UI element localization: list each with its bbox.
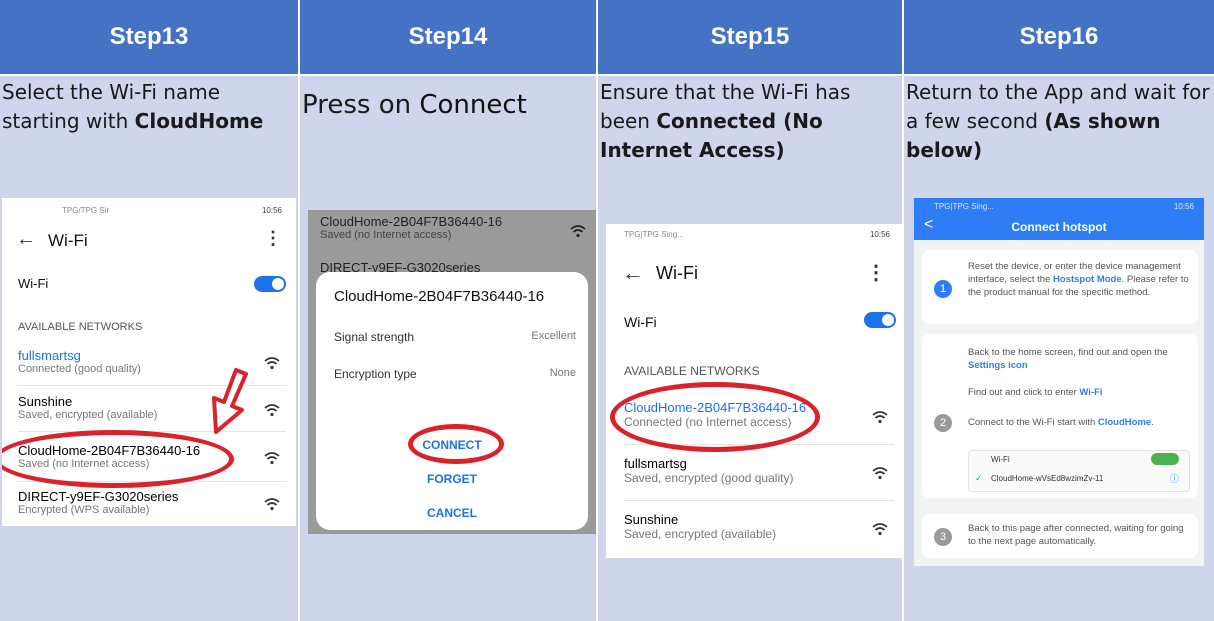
- more-options-icon[interactable]: ⋮: [866, 260, 886, 285]
- wifi-signal-icon: [570, 224, 586, 243]
- step14-description: Press on Connect: [302, 90, 527, 120]
- status-bar: TPG/TPG Sir 10:56: [62, 206, 282, 215]
- step14-header: Step14: [300, 0, 596, 74]
- wifi-toggle[interactable]: [254, 276, 286, 292]
- wifi-signal-icon: [872, 466, 888, 485]
- bg-network-item: CloudHome-2B04F7B36440-16 Saved (no Inte…: [320, 214, 503, 241]
- back-arrow-icon[interactable]: ←: [622, 260, 644, 286]
- wifi-toggle-label: Wi-Fi: [18, 276, 49, 291]
- step13-description: Select the Wi-Fi name starting with Clou…: [2, 80, 264, 133]
- step16-column: Step16 Return to the App and wait for a …: [904, 0, 1214, 621]
- step13-screenshot: TPG/TPG Sir 10:56 ← Wi-Fi ⋮ Wi-Fi AVAILA…: [2, 198, 296, 526]
- encryption-type-label: Encryption type: [334, 367, 417, 381]
- step13-column: Step13 Select the Wi-Fi name starting wi…: [0, 0, 298, 621]
- page-title: Wi-Fi: [48, 231, 88, 250]
- highlight-ellipse: [2, 430, 234, 488]
- status-bar: TPG|TPG Sing... 10:56: [934, 202, 1194, 211]
- more-options-icon[interactable]: ⋮: [264, 228, 282, 249]
- section-header: AVAILABLE NETWORKS: [624, 364, 760, 378]
- step15-header: Step15: [598, 0, 902, 74]
- connect-dialog: CloudHome-2B04F7B36440-16 Signal strengt…: [316, 272, 588, 530]
- network-item[interactable]: Sunshine Saved, encrypted (available): [624, 512, 864, 541]
- step13-header: Step13: [0, 0, 298, 74]
- back-arrow-icon[interactable]: ←: [16, 228, 36, 251]
- wifi-signal-icon: [264, 497, 280, 516]
- step15-screenshot: TPG|TPG Sing... 10:56 ← Wi-Fi ⋮ Wi-Fi AV…: [606, 224, 904, 558]
- forget-button[interactable]: FORGET: [316, 472, 588, 486]
- step14-column: Step14 Press on Connect CloudHome-2B04F7…: [300, 0, 596, 621]
- encryption-type-value: None: [549, 367, 576, 379]
- step-number-badge: 2: [934, 414, 952, 432]
- cancel-button[interactable]: CANCEL: [316, 506, 588, 520]
- step-card-text: Connect to the Wi-Fi start with CloudHom…: [968, 417, 1154, 428]
- step-number-badge: 1: [934, 280, 952, 298]
- page-title: Wi-Fi: [656, 263, 698, 283]
- step-card: 1 Reset the device, or enter the device …: [922, 250, 1198, 324]
- signal-strength-value: Excellent: [531, 330, 576, 342]
- step15-description: Ensure that the Wi-Fi has been Connected…: [600, 80, 851, 162]
- wifi-toggle-label: Wi-Fi: [624, 314, 657, 330]
- wifi-signal-icon: [264, 403, 280, 422]
- step-card-text: Back to this page after connected, waiti…: [968, 523, 1184, 547]
- network-item[interactable]: DIRECT-y9EF-G3020series Encrypted (WPS a…: [18, 489, 278, 516]
- section-header: AVAILABLE NETWORKS: [18, 321, 143, 333]
- wifi-signal-icon: [872, 410, 888, 429]
- wifi-toggle[interactable]: [864, 312, 896, 328]
- red-arrow-icon: [212, 368, 248, 434]
- mini-wifi-toggle: [1151, 453, 1179, 465]
- step-card-text: Reset the device, or enter the device ma…: [968, 261, 1189, 298]
- wifi-signal-icon: [872, 522, 888, 541]
- step-card-text: Find out and click to enter Wi-Fi: [968, 387, 1103, 398]
- mini-wifi-preview: Wi-Fi ✓ CloudHome-wVsEd8wzimZv-11 ⓘ: [968, 450, 1190, 492]
- step15-column: Step15 Ensure that the Wi-Fi has been Co…: [598, 0, 904, 621]
- step-card: 3 Back to this page after connected, wai…: [922, 514, 1198, 558]
- step-card: 2 Back to the home screen, find out and …: [922, 334, 1198, 498]
- info-icon: ⓘ: [1169, 474, 1179, 484]
- step-card-text: Back to the home screen, find out and op…: [968, 347, 1168, 371]
- step16-header: Step16: [904, 0, 1214, 74]
- dialog-title: CloudHome-2B04F7B36440-16: [334, 288, 545, 305]
- step14-screenshot: CloudHome-2B04F7B36440-16 Saved (no Inte…: [308, 210, 596, 534]
- highlight-ellipse: [610, 382, 820, 452]
- step16-description: Return to the App and wait for a few sec…: [906, 80, 1210, 162]
- check-icon: ✓: [975, 473, 983, 483]
- app-title: Connect hotspot: [1011, 220, 1107, 234]
- network-item[interactable]: fullsmartsg Saved, encrypted (good quali…: [624, 456, 864, 485]
- app-header: TPG|TPG Sing... 10:56 < Connect hotspot: [914, 198, 1204, 240]
- wifi-signal-icon: [264, 451, 280, 470]
- highlight-ellipse: [408, 424, 504, 464]
- status-bar: TPG|TPG Sing... 10:56: [624, 230, 890, 239]
- wifi-signal-icon: [264, 356, 280, 373]
- signal-strength-label: Signal strength: [334, 330, 415, 344]
- step-number-badge: 3: [934, 528, 952, 546]
- step16-screenshot: TPG|TPG Sing... 10:56 < Connect hotspot …: [914, 198, 1204, 566]
